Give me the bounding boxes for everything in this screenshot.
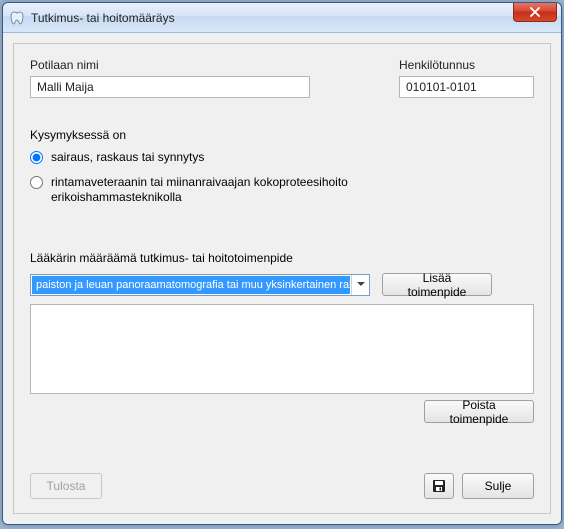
remove-row: Poista toimenpide [30,400,534,423]
radio-text-sickness: sairaus, raskaus tai synnytys [51,150,204,165]
remove-procedure-button[interactable]: Poista toimenpide [424,400,534,423]
procedure-combo[interactable]: paiston ja leuan panoraamatomografia tai… [30,274,370,296]
save-button[interactable] [424,473,454,499]
procedure-combo-selected: paiston ja leuan panoraamatomografia tai… [32,276,350,294]
content-area: Potilaan nimi Malli Maija Henkilötunnus … [3,33,561,524]
radio-text-veteran: rintamaveteraanin tai miinanraivaajan ko… [51,175,431,205]
footer-row: Tulosta Sulje [30,473,534,499]
dialog-window: Tutkimus- tai hoitomääräys Potilaan nimi… [2,2,562,525]
inner-panel: Potilaan nimi Malli Maija Henkilötunnus … [13,43,551,514]
titlebar[interactable]: Tutkimus- tai hoitomääräys [3,3,561,33]
patient-row: Potilaan nimi Malli Maija Henkilötunnus … [30,58,534,98]
question-section: Kysymyksessä on sairaus, raskaus tai syn… [30,128,534,211]
radio-option-veteran[interactable]: rintamaveteraanin tai miinanraivaajan ko… [30,175,534,205]
chevron-down-icon [351,275,369,295]
add-procedure-button[interactable]: Lisää toimenpide [382,273,492,296]
procedure-section: Lääkärin määräämä tutkimus- tai hoitotoi… [30,251,534,423]
personal-id-field: 010101-0101 [399,76,534,98]
procedure-label: Lääkärin määräämä tutkimus- tai hoitotoi… [30,251,534,265]
personal-id-value: 010101-0101 [406,80,477,94]
close-icon [530,7,540,17]
window-title: Tutkimus- tai hoitomääräys [31,11,175,25]
window-close-button[interactable] [513,2,557,22]
patient-name-group: Potilaan nimi Malli Maija [30,58,310,98]
radio-input-sickness[interactable] [30,151,43,164]
close-button[interactable]: Sulje [462,473,534,499]
patient-name-field: Malli Maija [30,76,310,98]
radio-input-veteran[interactable] [30,176,43,189]
personal-id-group: Henkilötunnus 010101-0101 [399,58,534,98]
patient-name-label: Potilaan nimi [30,58,310,72]
patient-name-value: Malli Maija [37,80,94,94]
radio-option-sickness[interactable]: sairaus, raskaus tai synnytys [30,150,534,165]
footer-right-buttons: Sulje [424,473,534,499]
print-button: Tulosta [30,473,102,499]
question-label: Kysymyksessä on [30,128,534,142]
procedure-listbox[interactable] [30,304,534,394]
personal-id-label: Henkilötunnus [399,58,534,72]
procedure-row: paiston ja leuan panoraamatomografia tai… [30,273,534,296]
app-icon [9,10,25,26]
floppy-icon [432,479,446,493]
